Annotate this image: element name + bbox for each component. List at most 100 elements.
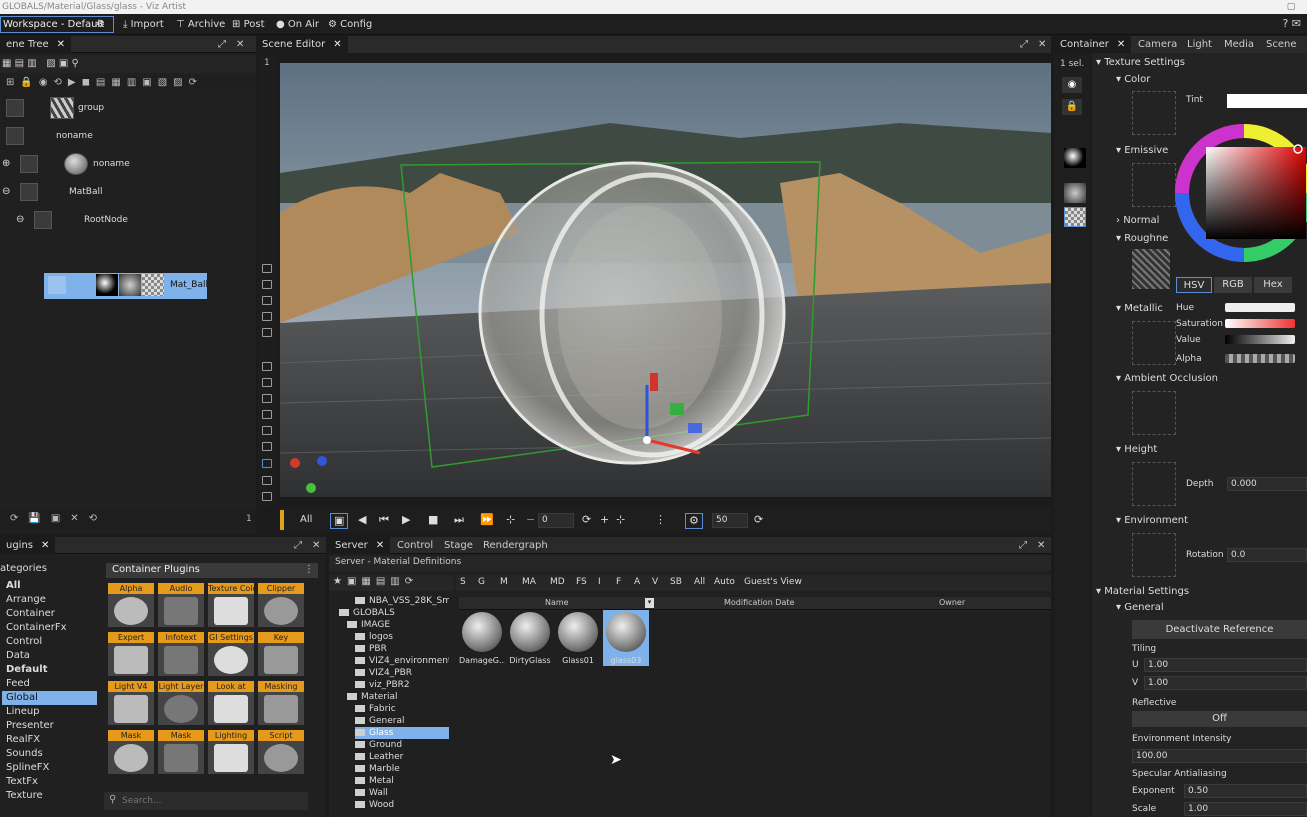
color-texture-slot[interactable] bbox=[1132, 91, 1176, 135]
material-icon[interactable] bbox=[1064, 183, 1086, 203]
plugin-tile[interactable]: Clipper bbox=[258, 583, 304, 627]
column-modification-date[interactable]: Modification Date bbox=[724, 598, 794, 607]
plugin-tile[interactable]: Light Layer bbox=[158, 681, 204, 725]
folder-item[interactable]: Material bbox=[347, 691, 449, 703]
tree-action-icons[interactable]: ⊞🔒◉⟲▶◼▤▦▥▣▧▨⟳ bbox=[6, 77, 203, 88]
collapse-icon[interactable]: ⊖ bbox=[16, 214, 24, 225]
folder-item[interactable]: Wall bbox=[355, 787, 449, 799]
fps-input[interactable]: 50 bbox=[712, 513, 748, 528]
close-icon[interactable]: ✕ bbox=[1037, 537, 1045, 554]
eye-icon[interactable] bbox=[20, 155, 38, 173]
tint-swatch[interactable] bbox=[1227, 94, 1307, 108]
folder-item[interactable]: viz_PBR2 bbox=[355, 679, 449, 691]
grid-icon[interactable] bbox=[262, 459, 272, 468]
filter-f-button[interactable]: F bbox=[616, 577, 621, 587]
tree-node[interactable]: noname bbox=[0, 124, 256, 150]
tool-icon[interactable] bbox=[262, 280, 272, 289]
tree-node[interactable]: ⊕ noname bbox=[0, 152, 256, 178]
category-item[interactable]: RealFX bbox=[2, 733, 97, 747]
filter-md-button[interactable]: MD bbox=[550, 577, 565, 587]
category-item[interactable]: Feed bbox=[2, 677, 97, 691]
folder-item[interactable]: Wood bbox=[355, 799, 449, 811]
scale-input[interactable]: 1.00 bbox=[1184, 802, 1307, 816]
maximize-icon[interactable]: ⤢ bbox=[1019, 537, 1027, 554]
environment-section[interactable]: ▾ Environment bbox=[1116, 515, 1188, 526]
reflective-toggle[interactable]: Off bbox=[1132, 711, 1307, 727]
folder-item[interactable]: IMAGE bbox=[347, 619, 449, 631]
folder-item[interactable]: VIZ4_PBR bbox=[355, 667, 449, 679]
tab-control[interactable]: Control bbox=[397, 537, 433, 554]
plugin-tile[interactable]: Mask bbox=[108, 730, 154, 774]
menu-archive[interactable]: ⊤ Archive bbox=[176, 17, 225, 32]
tab-server[interactable]: Server ✕ bbox=[329, 537, 391, 554]
close-icon[interactable]: ✕ bbox=[236, 36, 244, 53]
plugin-search[interactable]: ⚲ bbox=[104, 792, 308, 810]
window-controls[interactable]: ▢ bbox=[1287, 0, 1301, 14]
sort-chevron-down-icon[interactable]: ▾ bbox=[645, 598, 654, 608]
folder-item[interactable]: NBA_VSS_28K_Sm bbox=[355, 595, 449, 607]
filter-ma-button[interactable]: MA bbox=[522, 577, 536, 587]
step-forward-icon[interactable]: ⏭ bbox=[454, 513, 464, 527]
color-wheel[interactable] bbox=[1174, 113, 1307, 273]
folder-item[interactable]: VIZ4_environment bbox=[355, 655, 449, 667]
folder-item[interactable]: Leather bbox=[355, 751, 449, 763]
material-thumbnail[interactable]: Glass01 bbox=[555, 610, 601, 666]
forward-end-icon[interactable]: ⏩ bbox=[480, 513, 494, 527]
maximize-icon[interactable]: ⤢ bbox=[218, 36, 226, 53]
texture-settings-header[interactable]: ▾ Texture Settings bbox=[1096, 57, 1185, 68]
tab-light[interactable]: Light bbox=[1187, 36, 1212, 53]
height-texture-slot[interactable] bbox=[1132, 462, 1176, 506]
eye-icon[interactable] bbox=[20, 183, 38, 201]
plugin-tile[interactable]: Light V4 bbox=[108, 681, 154, 725]
footer-icons[interactable]: ⟳💾▣✕⟲ bbox=[10, 513, 107, 524]
folder-item[interactable]: PBR bbox=[355, 643, 449, 655]
tool-icon[interactable] bbox=[262, 426, 272, 435]
category-item[interactable]: Global bbox=[2, 691, 97, 705]
folder-item[interactable]: Glass bbox=[355, 727, 449, 739]
folder-item[interactable]: logos bbox=[355, 631, 449, 643]
frame-input[interactable]: 0 bbox=[538, 513, 574, 528]
close-icon[interactable]: ✕ bbox=[1038, 36, 1046, 53]
tree-node[interactable]: ⊖ RootNode bbox=[0, 208, 256, 234]
settings-gear-icon[interactable]: ⚙ bbox=[96, 17, 105, 32]
close-icon[interactable]: ✕ bbox=[312, 537, 320, 554]
category-item[interactable]: Control bbox=[2, 635, 97, 649]
lock-icon[interactable]: 🔒 bbox=[1062, 99, 1082, 115]
menu-config[interactable]: ⚙ Config bbox=[328, 17, 372, 32]
eye-icon[interactable]: ◉ bbox=[1062, 77, 1082, 93]
plugin-tile[interactable]: Masking bbox=[258, 681, 304, 725]
play-icon[interactable]: ▶ bbox=[402, 513, 410, 527]
playback-mode[interactable]: All bbox=[300, 513, 312, 527]
filter-i-button[interactable]: I bbox=[598, 577, 601, 587]
saturation-slider[interactable] bbox=[1225, 319, 1295, 328]
eye-icon[interactable] bbox=[34, 211, 52, 229]
plugin-tile[interactable]: Expert bbox=[108, 632, 154, 676]
tiling-v-input[interactable]: 1.00 bbox=[1144, 676, 1307, 690]
tab-scene[interactable]: Scene bbox=[1266, 36, 1297, 53]
category-item[interactable]: Arrange bbox=[2, 593, 97, 607]
keyframe-add-icon[interactable]: ⊹ bbox=[616, 513, 625, 527]
close-icon[interactable]: ✕ bbox=[333, 39, 341, 50]
material-thumbnail[interactable]: DamageG... bbox=[459, 610, 505, 666]
filter-all-button[interactable]: All bbox=[694, 577, 705, 587]
record-icon[interactable]: ▣ bbox=[330, 513, 349, 529]
plugin-tile[interactable]: Texture Color bbox=[208, 583, 254, 627]
category-item[interactable]: Presenter bbox=[2, 719, 97, 733]
folder-item[interactable]: Metal bbox=[355, 775, 449, 787]
tab-scene-tree[interactable]: ene Tree ✕ bbox=[0, 36, 72, 53]
tool-icon[interactable] bbox=[262, 476, 272, 485]
deactivate-reference-button[interactable]: Deactivate Reference bbox=[1132, 620, 1307, 639]
emissive-section[interactable]: ▾ Emissive bbox=[1116, 145, 1168, 156]
category-item[interactable]: ContainerFx bbox=[2, 621, 97, 635]
height-section[interactable]: ▾ Height bbox=[1116, 444, 1157, 455]
filter-auto-button[interactable]: Auto bbox=[714, 577, 735, 587]
collapse-icon[interactable]: ⊖ bbox=[2, 186, 10, 197]
tab-container[interactable]: Container ✕ bbox=[1054, 36, 1132, 53]
color-mode-rgb[interactable]: RGB bbox=[1214, 277, 1252, 293]
metallic-texture-slot[interactable] bbox=[1132, 321, 1176, 365]
general-section[interactable]: ▾ General bbox=[1116, 602, 1164, 613]
maximize-icon[interactable]: ⤢ bbox=[294, 537, 302, 554]
folder-item[interactable]: GLOBALS bbox=[339, 607, 449, 619]
tab-camera[interactable]: Camera bbox=[1138, 36, 1177, 53]
color-mode-hex[interactable]: Hex bbox=[1254, 277, 1292, 293]
